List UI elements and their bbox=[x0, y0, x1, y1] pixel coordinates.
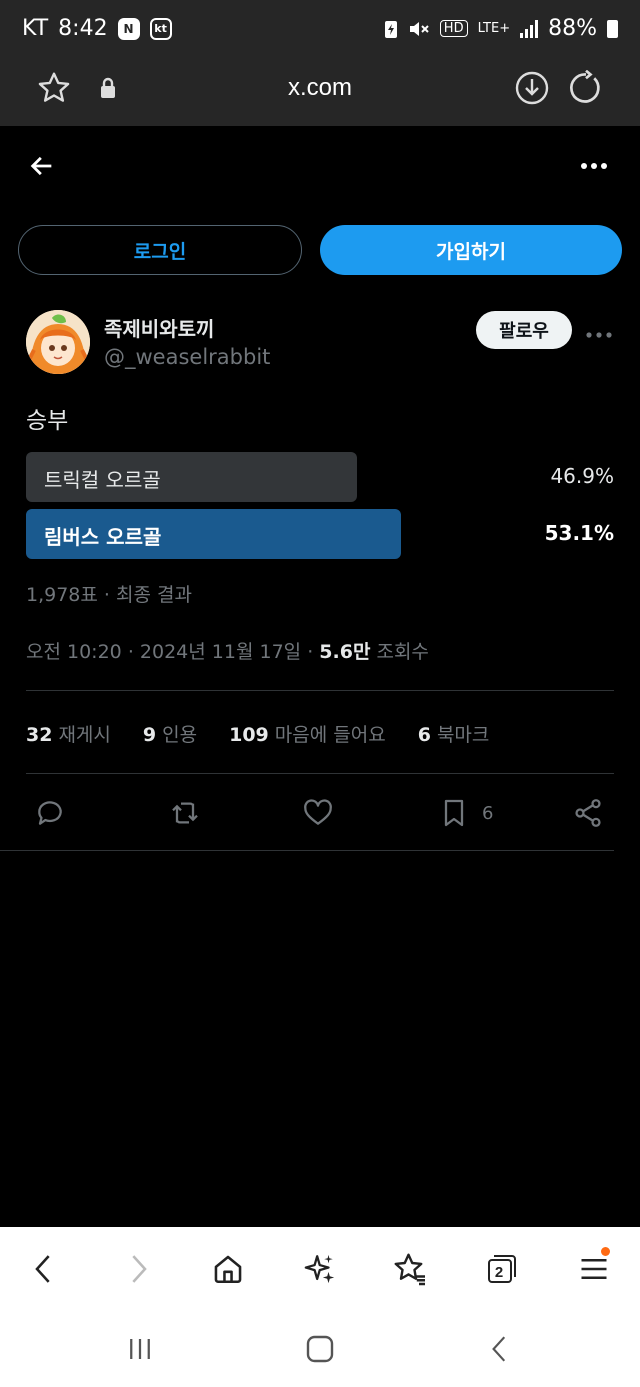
post-date[interactable]: 2024년 11월 17일 bbox=[140, 641, 301, 663]
home-button-icon[interactable] bbox=[298, 1327, 342, 1371]
notification-dot bbox=[601, 1247, 610, 1256]
browser-url-bar: x.com bbox=[0, 60, 640, 126]
more-options-icon[interactable] bbox=[574, 148, 614, 184]
avatar[interactable] bbox=[26, 310, 90, 374]
system-back-icon[interactable] bbox=[478, 1327, 522, 1371]
hd-voice-icon: HD bbox=[439, 20, 468, 37]
download-icon[interactable] bbox=[514, 70, 550, 110]
browser-forward-icon[interactable] bbox=[116, 1247, 160, 1291]
repost-icon bbox=[172, 802, 198, 824]
poll-option-2: 림버스 오르골 53.1% bbox=[26, 509, 614, 559]
like-button[interactable] bbox=[302, 793, 334, 833]
bookmark-button[interactable]: 6 bbox=[438, 793, 493, 833]
reload-icon[interactable] bbox=[568, 69, 604, 110]
status-bar: KT 8:42 N kt HD LTE+ 88% bbox=[0, 0, 640, 60]
reply-button[interactable] bbox=[34, 793, 66, 833]
reply-icon bbox=[38, 801, 62, 825]
battery-icon bbox=[607, 19, 618, 38]
ai-sparkle-icon[interactable] bbox=[298, 1247, 342, 1291]
post-time[interactable]: 오전 10:20 bbox=[26, 641, 122, 663]
divider bbox=[0, 850, 614, 851]
poll-option-percent: 46.9% bbox=[550, 464, 614, 488]
post-actions: 6 bbox=[0, 793, 640, 833]
post-timestamp: 오전 10:20 · 2024년 11월 17일 · 5.6만 조회수 bbox=[26, 641, 429, 663]
browser-back-icon[interactable] bbox=[22, 1247, 66, 1291]
menu-icon[interactable] bbox=[572, 1247, 616, 1291]
bookmarks-star-icon[interactable] bbox=[388, 1247, 432, 1291]
share-button[interactable] bbox=[572, 793, 604, 833]
battery-saver-icon bbox=[384, 20, 397, 38]
recent-apps-icon[interactable] bbox=[118, 1327, 162, 1371]
display-name[interactable]: 족제비와토끼 bbox=[104, 313, 214, 342]
tabs-icon[interactable]: 2 bbox=[480, 1247, 524, 1291]
bookmarks-stat[interactable]: 6 북마크 bbox=[418, 720, 490, 747]
follow-button[interactable]: 팔로우 bbox=[476, 311, 572, 349]
views-count: 5.6만 bbox=[319, 641, 371, 663]
likes-stat[interactable]: 109 마음에 들어요 bbox=[229, 720, 386, 747]
bookmark-icon bbox=[444, 799, 464, 827]
signal-icon bbox=[520, 19, 539, 38]
poll-option-label: 트릭컬 오르골 bbox=[44, 468, 161, 492]
poll-option-1: 트릭컬 오르골 46.9% bbox=[26, 452, 614, 502]
back-arrow-icon[interactable] bbox=[24, 148, 60, 184]
reposts-stat[interactable]: 32 재게시 bbox=[26, 720, 111, 747]
bookmark-count: 6 bbox=[482, 802, 494, 824]
battery-percent: 88% bbox=[548, 16, 597, 41]
poll-meta: 1,978표 · 최종 결과 bbox=[26, 584, 192, 606]
clock: 8:42 bbox=[58, 16, 108, 41]
post-text: 승부 bbox=[26, 408, 69, 434]
quotes-stat[interactable]: 9 인용 bbox=[143, 720, 197, 747]
kt-badge-icon: kt bbox=[149, 17, 172, 40]
home-icon[interactable] bbox=[206, 1247, 250, 1291]
naver-badge-icon: N bbox=[117, 17, 140, 40]
network-type: LTE+ bbox=[477, 21, 511, 36]
signup-button[interactable]: 가입하기 bbox=[320, 225, 622, 275]
divider bbox=[26, 690, 614, 691]
browser-toolbar: 2 bbox=[0, 1227, 640, 1309]
heart-icon bbox=[304, 799, 332, 825]
poll-option-label: 림버스 오르골 bbox=[44, 525, 162, 549]
system-navigation-bar bbox=[0, 1309, 640, 1387]
share-icon bbox=[575, 799, 601, 827]
user-handle[interactable]: @_weaselrabbit bbox=[104, 345, 270, 369]
post-header-nav bbox=[0, 126, 640, 210]
divider bbox=[26, 773, 614, 774]
tab-count: 2 bbox=[494, 1263, 504, 1281]
views-label: 조회수 bbox=[376, 641, 429, 663]
post-stats: 32 재게시 9 인용 109 마음에 들어요 6 북마크 bbox=[26, 720, 489, 747]
carrier-label: KT bbox=[22, 16, 49, 41]
mute-icon bbox=[409, 21, 429, 36]
repost-button[interactable] bbox=[168, 793, 202, 833]
login-button[interactable]: 로그인 bbox=[18, 225, 302, 275]
post-more-icon[interactable] bbox=[586, 324, 612, 343]
poll-option-percent: 53.1% bbox=[544, 521, 614, 545]
